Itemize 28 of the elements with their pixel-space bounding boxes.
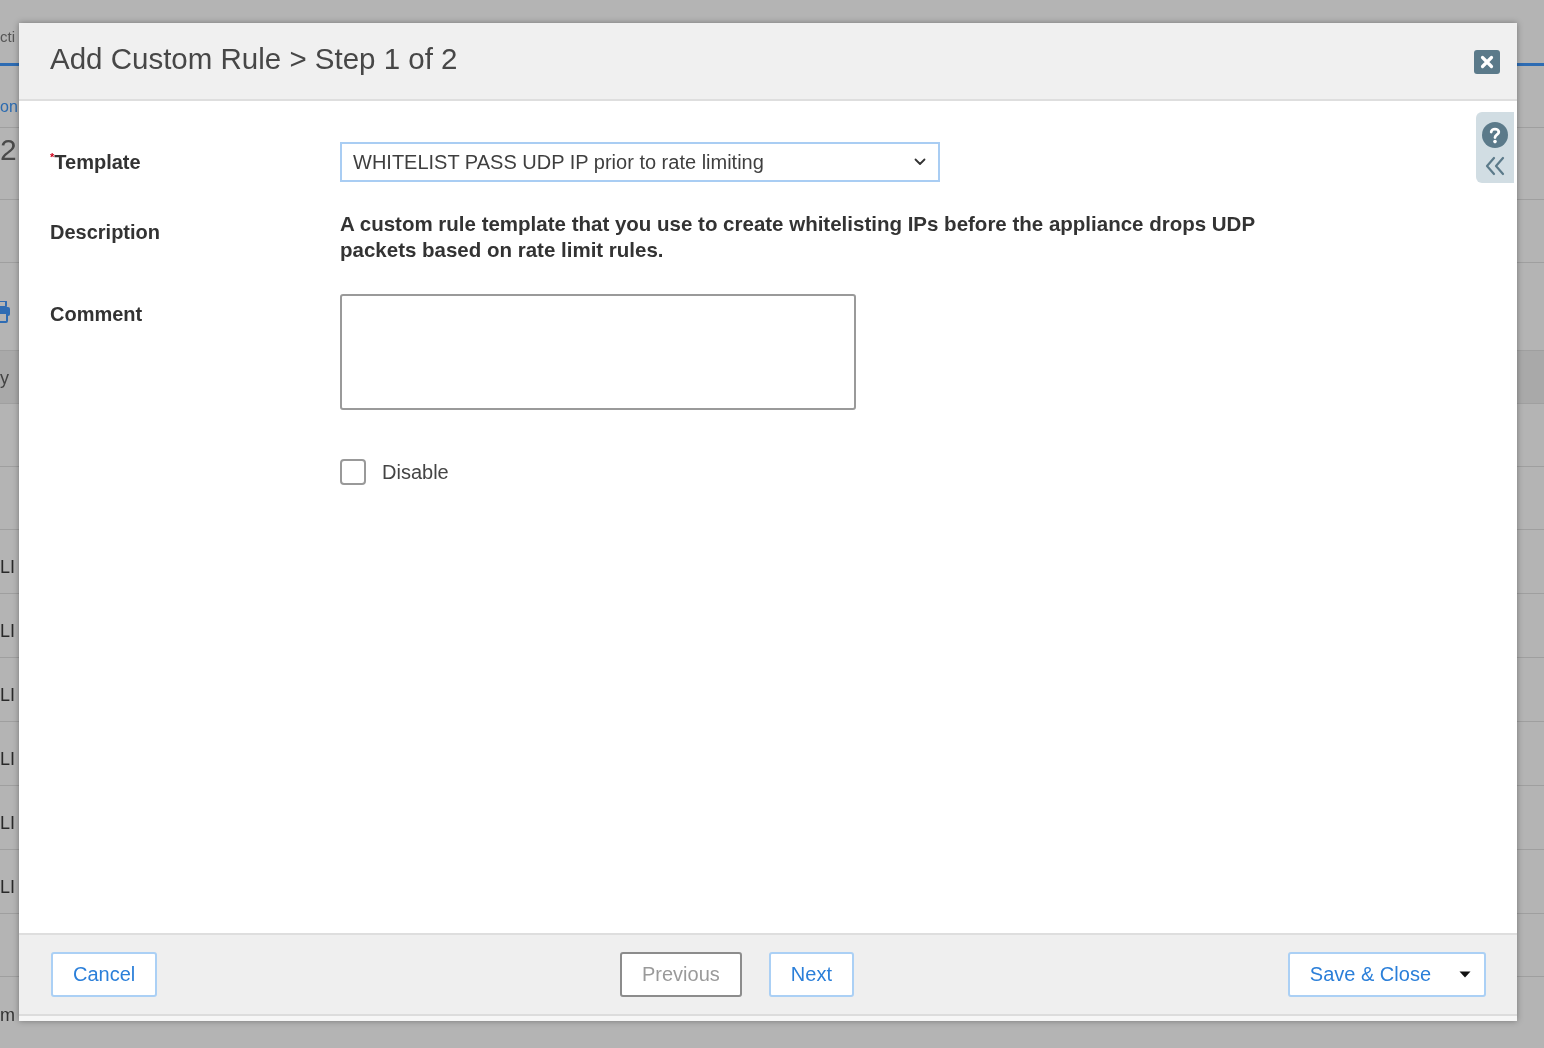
save-close-button[interactable]: Save & Close xyxy=(1287,952,1486,997)
cancel-button[interactable]: Cancel xyxy=(51,952,158,997)
comment-field[interactable] xyxy=(340,294,856,410)
double-chevron-left-icon[interactable] xyxy=(1485,156,1505,176)
field-label: Comment xyxy=(50,302,143,327)
description-text: A custom rule template that you use to create whitelisting IPs before the appliance drops UDP packets based on rate limit rules. xyxy=(340,211,1256,263)
field-label: $^{*}$Template xyxy=(50,150,141,175)
background-text: LI xyxy=(0,620,15,642)
background-text: LI xyxy=(0,684,15,706)
checkbox-label[interactable]: Disable xyxy=(382,459,449,485)
printer-icon xyxy=(0,301,12,323)
close-icon[interactable] xyxy=(1474,50,1500,74)
next-button[interactable]: Next xyxy=(768,952,854,997)
checkbox[interactable] xyxy=(340,459,366,485)
dialog-title: Add Custom Rule > Step 1 of 2 xyxy=(50,42,458,76)
dropdown[interactable]: WHITELIST PASS UDP IP prior to rate limiting xyxy=(340,142,940,182)
background-text: on xyxy=(0,97,18,117)
background-text: y xyxy=(0,367,9,389)
background-text: 2 xyxy=(0,133,17,167)
chevron-down-icon xyxy=(914,158,926,166)
background-text: LI xyxy=(0,556,15,578)
background-text: m xyxy=(0,1004,15,1026)
background-text: cti xyxy=(0,28,15,46)
background-text: LI xyxy=(0,812,15,834)
help-icon[interactable] xyxy=(1482,122,1508,148)
background-text: LI xyxy=(0,748,15,770)
background-text: LI xyxy=(0,876,15,898)
field-label: Description xyxy=(50,220,161,245)
